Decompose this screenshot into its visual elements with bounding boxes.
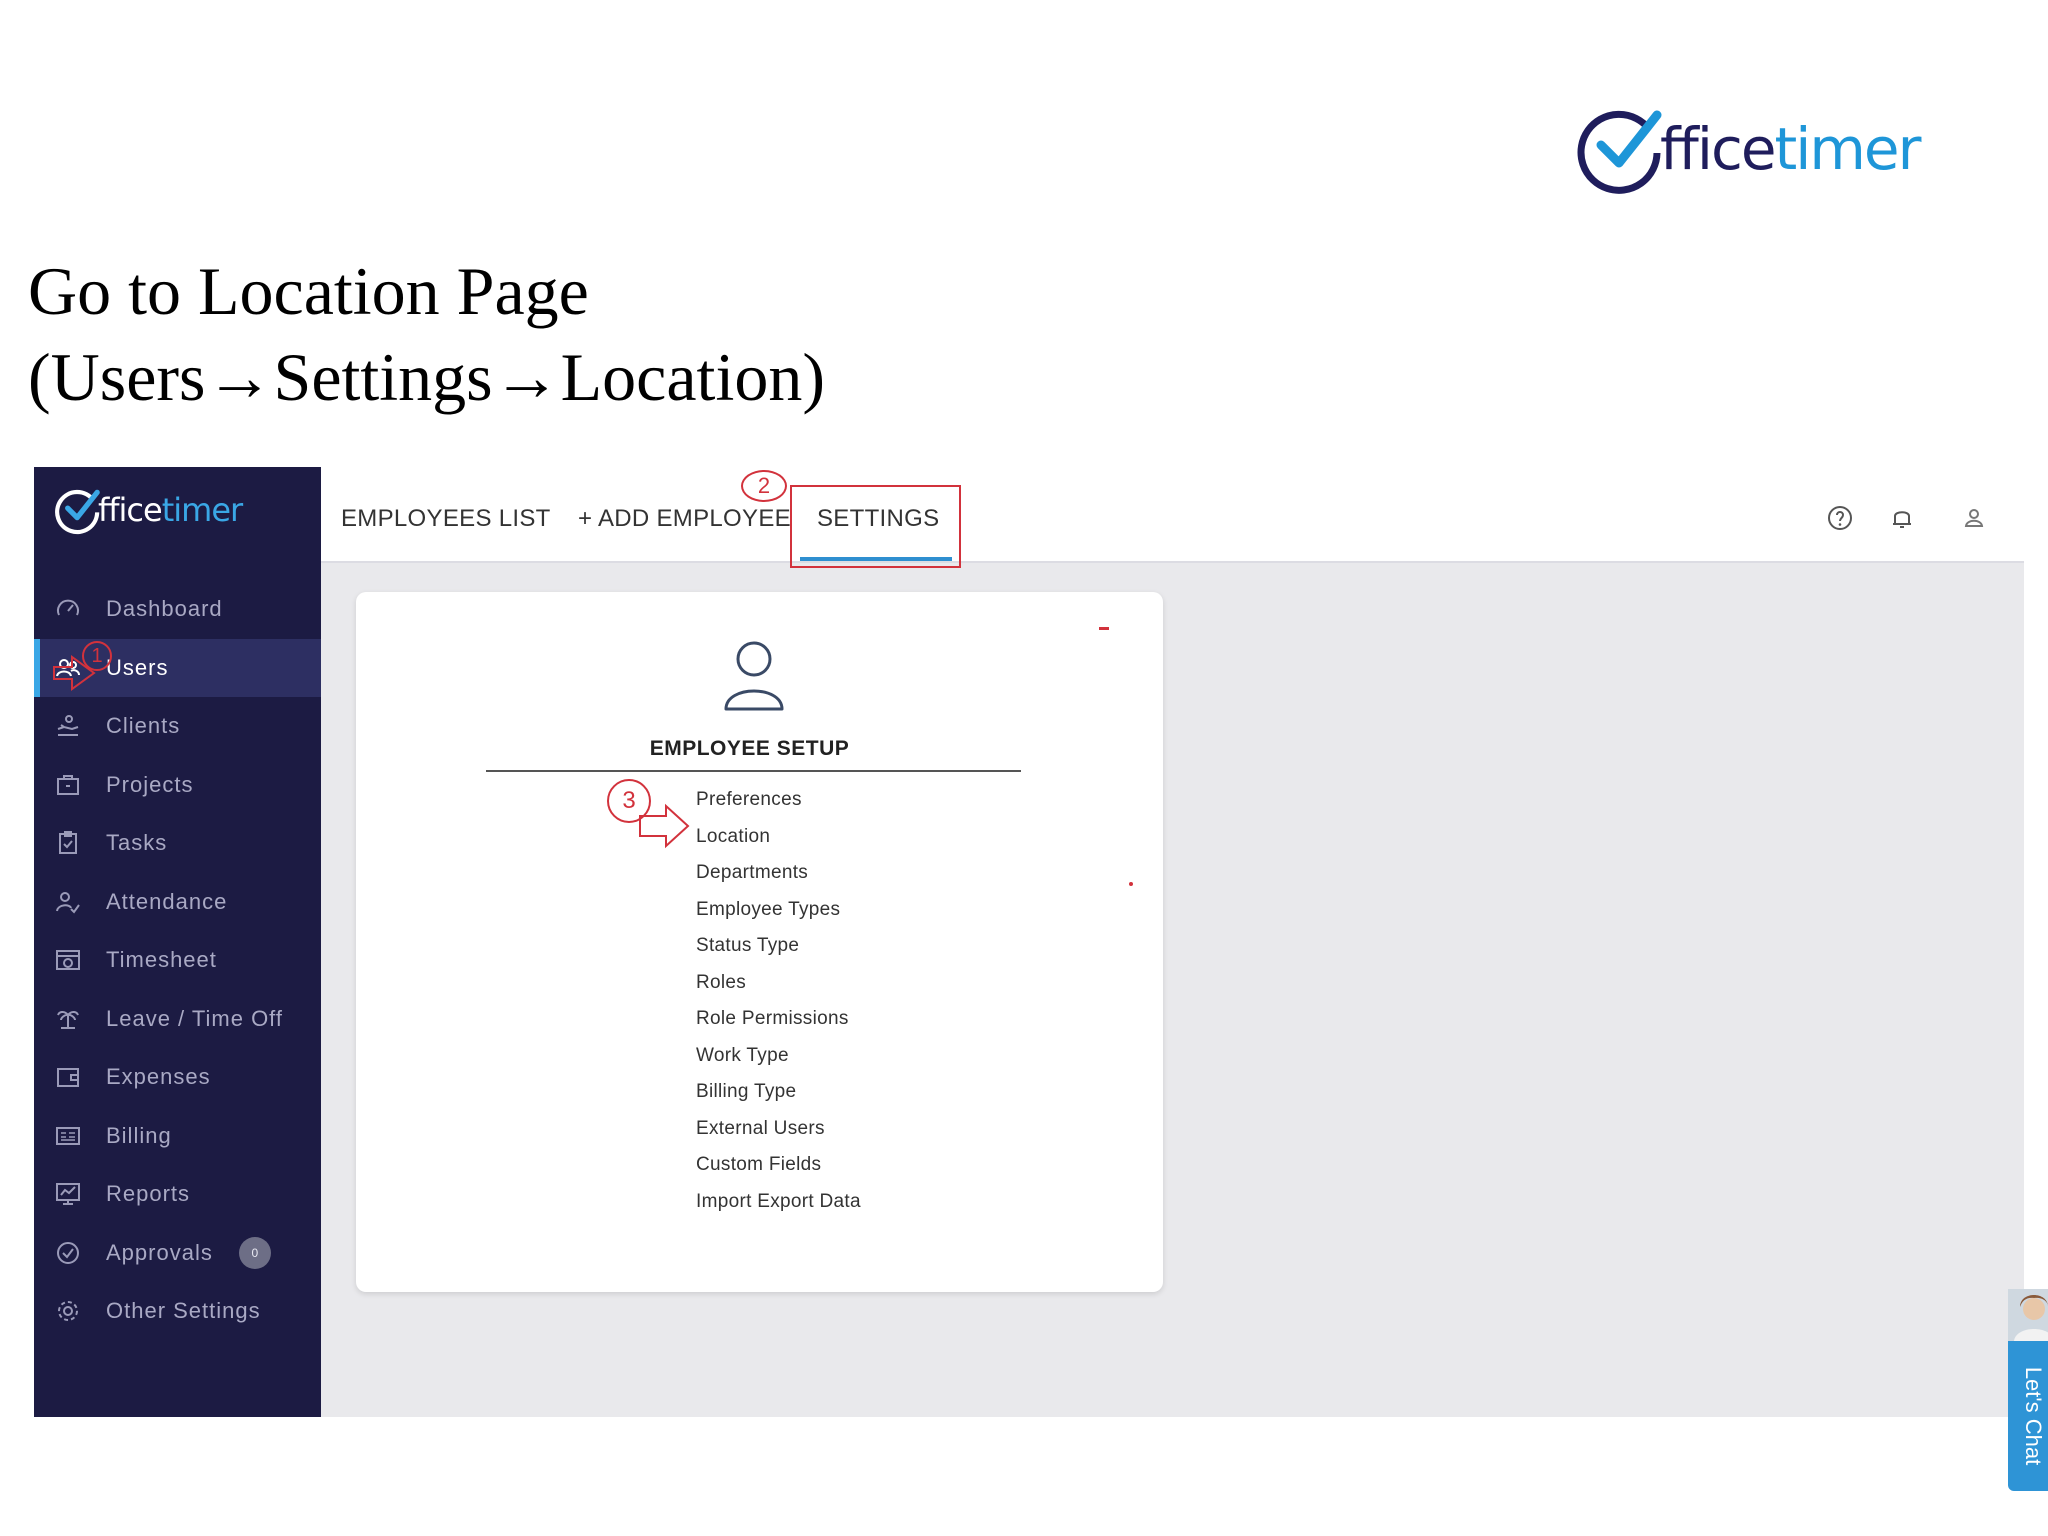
- app-screenshot: fficetimer Dashboard Users Clients Proje…: [34, 467, 2048, 1491]
- card-divider: [486, 770, 1021, 772]
- menu-item-import-export-data[interactable]: Import Export Data: [696, 1184, 861, 1221]
- sidebar-item-billing[interactable]: Billing: [34, 1107, 321, 1166]
- menu-item-preferences[interactable]: Preferences: [696, 782, 861, 819]
- sidebar-item-other-settings[interactable]: Other Settings: [34, 1282, 321, 1341]
- menu-item-role-permissions[interactable]: Role Permissions: [696, 1001, 861, 1038]
- sidebar-item-label: Billing: [106, 1122, 172, 1148]
- menu-item-status-type[interactable]: Status Type: [696, 928, 861, 965]
- sidebar-item-label: Clients: [106, 713, 181, 739]
- menu-item-location[interactable]: Location: [696, 819, 861, 856]
- sidebar-item-timesheet[interactable]: Timesheet: [34, 931, 321, 990]
- clipboard-icon: [54, 829, 82, 857]
- sidebar-item-label: Users: [106, 654, 169, 680]
- sidebar-item-label: Expenses: [106, 1064, 211, 1090]
- chat-label[interactable]: Let's Chat: [2020, 1367, 2046, 1465]
- annotation-step-2: 2: [741, 470, 787, 502]
- briefcase-icon: [54, 771, 82, 799]
- tab-employees-list[interactable]: EMPLOYEES LIST: [341, 505, 551, 533]
- annotation-arrow-3: [639, 803, 690, 849]
- logo-wordmark: fficetimer: [1660, 115, 1921, 183]
- sidebar-item-clients[interactable]: Clients: [34, 697, 321, 756]
- menu-item-work-type[interactable]: Work Type: [696, 1038, 861, 1075]
- chat-agent-avatar: [2008, 1289, 2048, 1341]
- sidebar-item-approvals[interactable]: Approvals 0: [34, 1224, 321, 1283]
- sidebar-item-label: Tasks: [106, 830, 168, 856]
- sidebar-item-label: Projects: [106, 771, 194, 797]
- menu-item-billing-type[interactable]: Billing Type: [696, 1074, 861, 1111]
- sidebar-item-tasks[interactable]: Tasks: [34, 814, 321, 873]
- slide-title-line-1: Go to Location Page: [28, 253, 589, 329]
- attendance-user-check-icon: [54, 888, 82, 916]
- sidebar-item-label: Dashboard: [106, 596, 223, 622]
- sidebar-logo[interactable]: fficetimer: [54, 485, 243, 535]
- clients-icon: [54, 712, 82, 740]
- menu-item-roles[interactable]: Roles: [696, 965, 861, 1002]
- topbar: EMPLOYEES LIST + ADD EMPLOYEE SETTINGS 2: [321, 467, 2024, 568]
- sidebar-item-label: Attendance: [106, 888, 228, 914]
- sidebar-item-reports[interactable]: Reports: [34, 1165, 321, 1224]
- slide-title-line-2: (Users→Settings→Location): [28, 339, 825, 415]
- annotation-highlight-box: [790, 485, 961, 568]
- approvals-count-badge: 0: [238, 1236, 271, 1269]
- checkmark-logo-icon: [55, 489, 100, 535]
- bell-icon[interactable]: [1887, 503, 1917, 533]
- sidebar-item-leave-time-off[interactable]: Leave / Time Off: [34, 990, 321, 1049]
- sidebar-item-label: Leave / Time Off: [106, 1005, 284, 1031]
- user-icon[interactable]: [1959, 503, 1989, 533]
- officetimer-logo: fficetimer: [1575, 98, 1921, 198]
- employee-setup-menu: Preferences Location Departments Employe…: [696, 782, 861, 1220]
- sidebar-item-projects[interactable]: Projects: [34, 756, 321, 815]
- menu-item-custom-fields[interactable]: Custom Fields: [696, 1147, 861, 1184]
- check-circle-icon: [54, 1239, 82, 1267]
- checkmark-logo-icon: [1575, 101, 1670, 196]
- person-outline-icon: [723, 637, 785, 717]
- annotation-mark: [1099, 627, 1109, 630]
- annotation-arrow-1: [53, 655, 96, 691]
- dashboard-gauge-icon: [54, 595, 82, 623]
- sidebar-item-label: Approvals: [106, 1239, 213, 1265]
- wallet-icon: [54, 1063, 82, 1091]
- help-circle-icon[interactable]: [1825, 503, 1855, 533]
- annotation-mark: [1129, 882, 1133, 886]
- sidebar-item-label: Timesheet: [106, 947, 217, 973]
- slide-title: Go to Location Page (Users→Settings→Loca…: [28, 248, 825, 420]
- calendar-clock-icon: [54, 946, 82, 974]
- lets-chat-widget[interactable]: Let's Chat: [2008, 1289, 2048, 1494]
- employee-setup-card: EMPLOYEE SETUP Preferences Location Depa…: [356, 592, 1163, 1292]
- gear-icon: [54, 1297, 82, 1325]
- tab-add-employee[interactable]: + ADD EMPLOYEE: [578, 505, 791, 533]
- palm-tree-icon: [54, 1005, 82, 1033]
- sidebar-item-label: Reports: [106, 1181, 191, 1207]
- menu-item-external-users[interactable]: External Users: [696, 1111, 861, 1148]
- chart-board-icon: [54, 1180, 82, 1208]
- sidebar-item-expenses[interactable]: Expenses: [34, 1048, 321, 1107]
- sidebar-item-attendance[interactable]: Attendance: [34, 873, 321, 932]
- sidebar-logo-wordmark: fficetimer: [98, 491, 243, 529]
- card-title: EMPLOYEE SETUP: [649, 737, 850, 760]
- sidebar: fficetimer Dashboard Users Clients Proje…: [34, 467, 321, 1417]
- menu-item-employee-types[interactable]: Employee Types: [696, 892, 861, 929]
- invoice-icon: [54, 1122, 82, 1150]
- sidebar-nav: Dashboard Users Clients Projects Tasks A…: [34, 580, 321, 1341]
- menu-item-departments[interactable]: Departments: [696, 855, 861, 892]
- sidebar-item-dashboard[interactable]: Dashboard: [34, 580, 321, 639]
- sidebar-item-label: Other Settings: [106, 1298, 261, 1324]
